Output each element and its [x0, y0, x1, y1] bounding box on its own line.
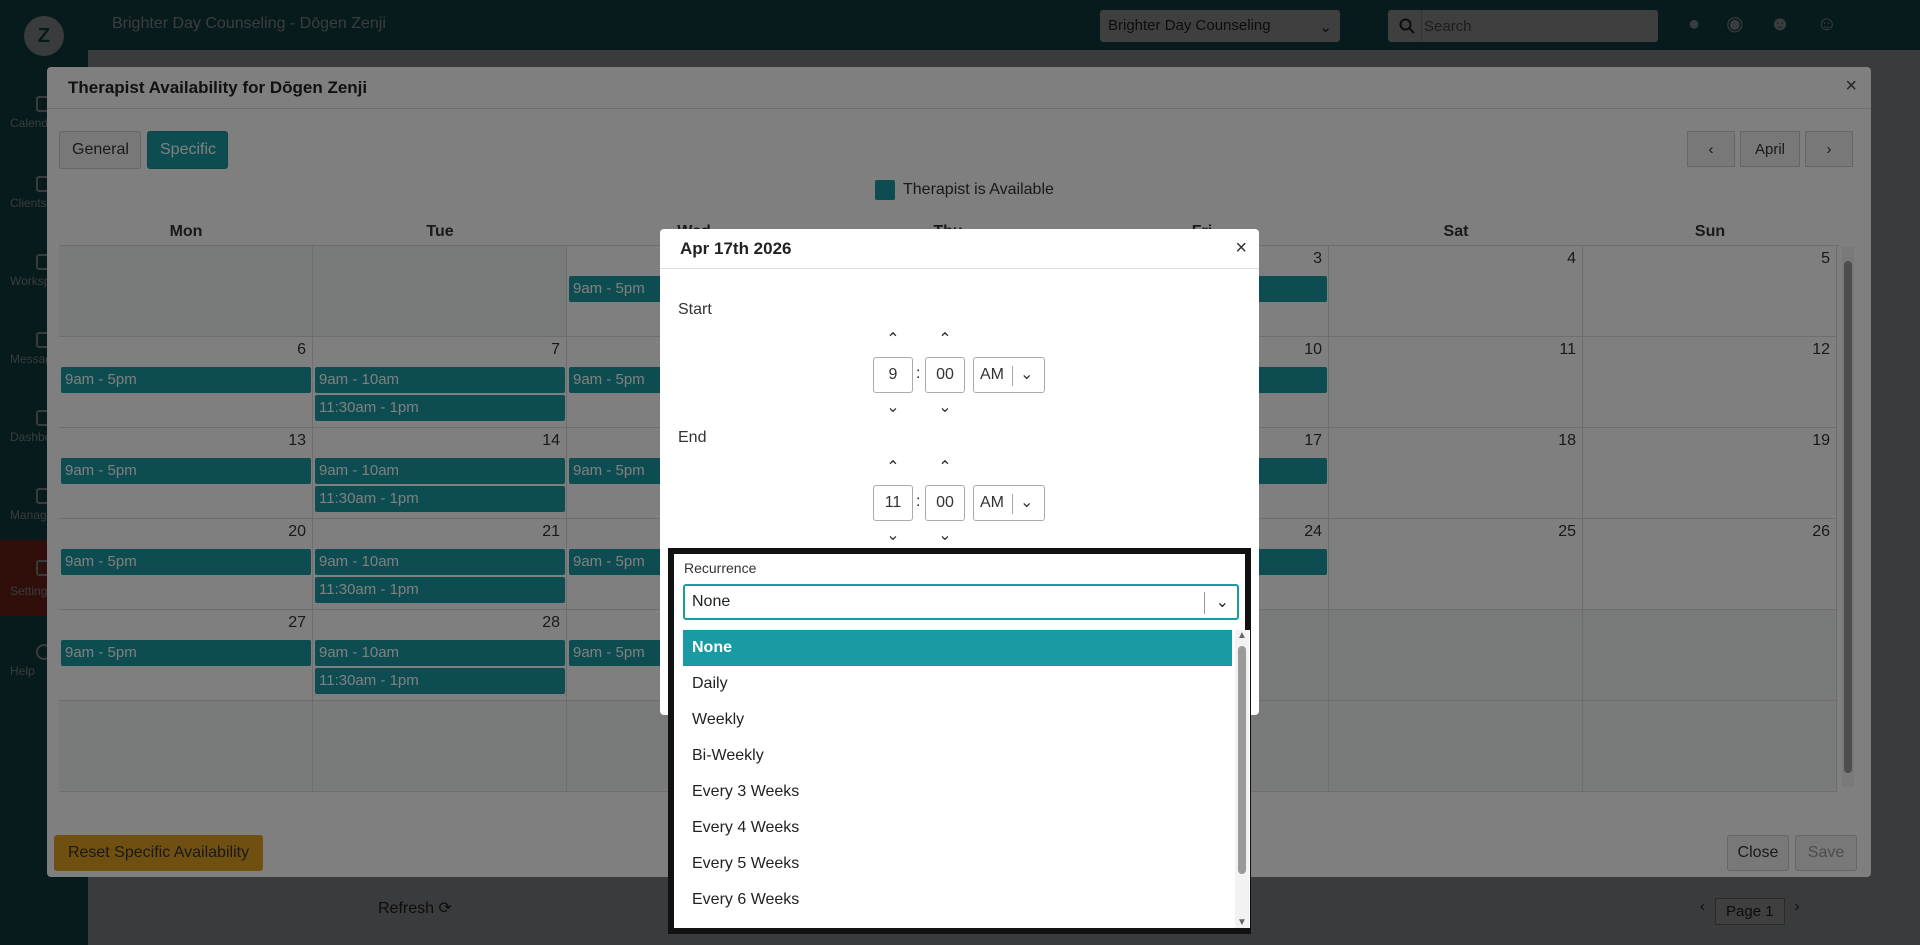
divider — [1012, 366, 1013, 386]
end-time-picker: ⌃ ⌃ 11 : 00 AM ⌄ ⌄ ⌄ — [873, 457, 1063, 557]
end-hour-input[interactable]: 11 — [873, 485, 913, 521]
chevron-down-icon[interactable]: ⌄ — [883, 528, 903, 544]
chevron-up-icon[interactable]: ⌃ — [935, 460, 955, 476]
end-ampm-value: AM — [980, 494, 1004, 511]
chevron-up-icon[interactable]: ⌃ — [935, 332, 955, 348]
recurrence-help-text — [684, 620, 1224, 630]
recurrence-option-bi-weekly[interactable]: Bi-Weekly — [683, 738, 1232, 774]
chevron-down-icon[interactable]: ⌄ — [935, 528, 955, 544]
chevron-down-icon: ⌄ — [1020, 494, 1034, 511]
recurrence-option-every-4-weeks[interactable]: Every 4 Weeks — [683, 810, 1232, 846]
recurrence-select[interactable]: None ⌄ — [683, 584, 1239, 620]
recurrence-option-every-6-weeks[interactable]: Every 6 Weeks — [683, 882, 1232, 918]
end-ampm-select[interactable]: AM ⌄ — [973, 485, 1045, 521]
start-ampm-value: AM — [980, 366, 1004, 383]
time-colon: : — [916, 365, 921, 382]
end-label: End — [678, 429, 707, 446]
start-hour-input[interactable]: 9 — [873, 357, 913, 393]
start-label: Start — [678, 301, 712, 318]
chevron-up-icon[interactable]: ⌃ — [883, 332, 903, 348]
start-minute-input[interactable]: 00 — [925, 357, 965, 393]
recurrence-field: Recurrence None ⌄ None Daily Weekly Bi-W… — [668, 548, 1251, 934]
start-ampm-select[interactable]: AM ⌄ — [973, 357, 1045, 393]
scroll-up-icon[interactable]: ▲ — [1237, 630, 1247, 641]
recurrence-label: Recurrence — [684, 560, 757, 576]
end-minute-input[interactable]: 00 — [925, 485, 965, 521]
recurrence-option-every-3-weeks[interactable]: Every 3 Weeks — [683, 774, 1232, 810]
recurrence-options-list: None Daily Weekly Bi-Weekly Every 3 Week… — [683, 630, 1250, 928]
recurrence-value: None — [692, 593, 731, 610]
dialog-header: Apr 17th 2026 × — [660, 229, 1259, 269]
divider — [1204, 592, 1205, 614]
scrollbar-thumb[interactable] — [1238, 646, 1246, 874]
recurrence-option-weekly[interactable]: Weekly — [683, 702, 1232, 738]
close-icon[interactable]: × — [1235, 237, 1247, 260]
time-colon: : — [916, 493, 921, 510]
dropdown-scrollbar[interactable]: ▲ ▼ — [1235, 630, 1249, 928]
scroll-down-icon[interactable]: ▼ — [1237, 917, 1247, 928]
dialog-title: Apr 17th 2026 — [680, 239, 792, 258]
divider — [1012, 494, 1013, 514]
chevron-down-icon[interactable]: ⌄ — [935, 400, 955, 416]
chevron-down-icon[interactable]: ⌄ — [883, 400, 903, 416]
chevron-up-icon[interactable]: ⌃ — [883, 460, 903, 476]
start-time-picker: ⌃ ⌃ 9 : 00 AM ⌄ ⌄ ⌄ — [873, 329, 1063, 429]
chevron-down-icon: ⌄ — [1020, 366, 1034, 383]
recurrence-option-every-5-weeks[interactable]: Every 5 Weeks — [683, 846, 1232, 882]
recurrence-option-daily[interactable]: Daily — [683, 666, 1232, 702]
chevron-down-icon: ⌄ — [1215, 594, 1229, 611]
recurrence-option-none[interactable]: None — [683, 630, 1232, 666]
